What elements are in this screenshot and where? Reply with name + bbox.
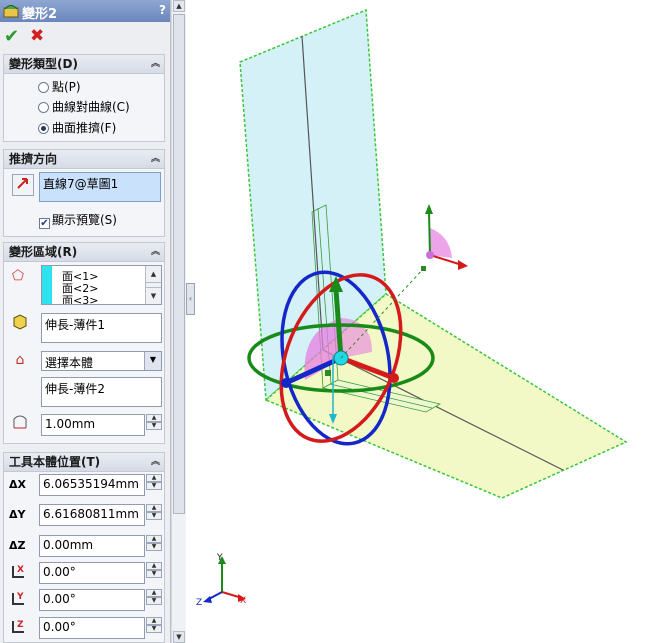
position-axis-label: Y: [12, 593, 24, 605]
panel-collapse-handle[interactable]: ‹: [186, 283, 195, 315]
help-button[interactable]: ?: [159, 3, 166, 17]
ok-checkmark-icon[interactable]: ✔: [4, 26, 19, 47]
push-direction-group: 推擠方向 ︽ 直線7@草圖1 ✔ 顯示預覽(S): [3, 149, 165, 237]
reverse-direction-icon: [17, 178, 28, 189]
position-spinner[interactable]: ▲ ▼: [146, 504, 162, 520]
deform-type-header[interactable]: 變形類型(D) ︽: [4, 55, 164, 74]
tool-body-position-group: 工具本體位置(T) ︽ ΔX 6.06535194mm ▲ ▼ ΔY 6.61680811m…: [3, 452, 165, 643]
feature-title: 變形2: [22, 7, 58, 22]
panel-scrollbar[interactable]: ▲ ▼: [171, 0, 186, 643]
target-body-icon: [10, 312, 30, 332]
push-direction-header[interactable]: 推擠方向 ︽: [4, 150, 164, 169]
chevron-down-icon: ▼: [144, 352, 161, 370]
reference-triad: Y X Z: [196, 553, 246, 608]
position-axis-label: X: [12, 566, 24, 578]
position-value-field[interactable]: 0.00°: [39, 589, 145, 611]
reverse-direction-button[interactable]: [12, 174, 34, 196]
position-value-field[interactable]: 6.06535194mm: [39, 474, 145, 496]
collapse-chevron-icon[interactable]: ︽: [151, 55, 160, 73]
tool-body-select[interactable]: 選擇本體 ▼: [41, 351, 162, 371]
deform-feature-icon: [3, 5, 19, 18]
deform-type-group: 變形類型(D) ︽ 點(P) 曲線對曲線(C) 曲面推擠(F): [3, 54, 165, 142]
selection-color-swatch: [42, 266, 52, 304]
scroll-up-icon: ▲: [146, 266, 161, 283]
collapse-chevron-icon[interactable]: ︽: [151, 243, 160, 261]
property-manager-panel: 變形2 ? ✔ ✖ 變形類型(D) ︽ 點(P) 曲線對曲線(C) 曲面推擠(F)…: [0, 0, 171, 643]
graphics-viewport[interactable]: Y X Z: [196, 0, 646, 643]
target-body-field[interactable]: 伸長-薄件1: [41, 313, 162, 343]
position-value-field[interactable]: 0.00mm: [39, 535, 145, 557]
radio-point[interactable]: 點(P): [38, 78, 81, 94]
scroll-thumb[interactable]: [173, 14, 185, 514]
position-spinner[interactable]: ▲ ▼: [146, 535, 162, 551]
triad-y-label: Y: [216, 553, 223, 563]
listbox-scrollbar[interactable]: ▲ ▼: [145, 266, 161, 304]
red-axis-handle: [389, 373, 399, 383]
tool-body-position-header[interactable]: 工具本體位置(T) ︽: [4, 453, 164, 472]
position-axis-label: ΔY: [9, 508, 26, 521]
deform-region-header[interactable]: 變形區域(R) ︽: [4, 243, 164, 262]
position-axis-label: ΔX: [9, 478, 26, 491]
feature-title-bar: 變形2 ?: [0, 0, 170, 22]
tool-body-icon: ⌂: [15, 352, 25, 368]
collapse-chevron-icon[interactable]: ︽: [151, 453, 160, 471]
deviation-field[interactable]: 1.00mm: [41, 414, 145, 436]
triad-z-label: Z: [196, 598, 202, 608]
deviation-spinner[interactable]: ▲ ▼: [146, 414, 162, 430]
cancel-x-icon[interactable]: ✖: [30, 26, 44, 46]
push-direction-field[interactable]: 直線7@草圖1: [39, 172, 161, 202]
deviation-icon: [10, 413, 30, 433]
position-value-field[interactable]: 6.61680811mm: [39, 504, 145, 526]
position-spinner[interactable]: ▲ ▼: [146, 562, 162, 578]
position-axis-label: ΔZ: [9, 539, 26, 552]
radio-curve-to-curve[interactable]: 曲線對曲線(C): [38, 98, 130, 114]
position-spinner[interactable]: ▲ ▼: [146, 617, 162, 633]
faces-icon: ⬠: [11, 268, 25, 284]
position-value-field[interactable]: 0.00°: [39, 617, 145, 639]
scroll-down-icon: ▼: [146, 287, 161, 304]
list-item[interactable]: 面<3>: [62, 292, 98, 304]
show-preview-checkbox[interactable]: ✔ 顯示預覽(S): [39, 211, 117, 229]
faces-listbox[interactable]: 面<1> 面<2> 面<3> ▲ ▼: [41, 265, 162, 305]
scroll-up-icon[interactable]: ▲: [173, 0, 185, 12]
radio-surface-push[interactable]: 曲面推擠(F): [38, 119, 116, 135]
position-axis-label: Z: [12, 621, 24, 633]
tool-body-field[interactable]: 伸長-薄件2: [41, 377, 162, 407]
scroll-down-icon[interactable]: ▼: [173, 631, 185, 643]
blue-axis-handle: [281, 378, 291, 388]
position-value-field[interactable]: 0.00°: [39, 562, 145, 584]
triad-x-label: X: [240, 596, 246, 606]
position-spinner[interactable]: ▲ ▼: [146, 474, 162, 490]
position-spinner[interactable]: ▲ ▼: [146, 589, 162, 605]
deform-region-group: 變形區域(R) ︽ ⬠ 面<1> 面<2> 面<3> ▲ ▼ 伸長-薄件1 ⌂ 選擇…: [3, 242, 165, 444]
collapse-chevron-icon[interactable]: ︽: [151, 150, 160, 168]
